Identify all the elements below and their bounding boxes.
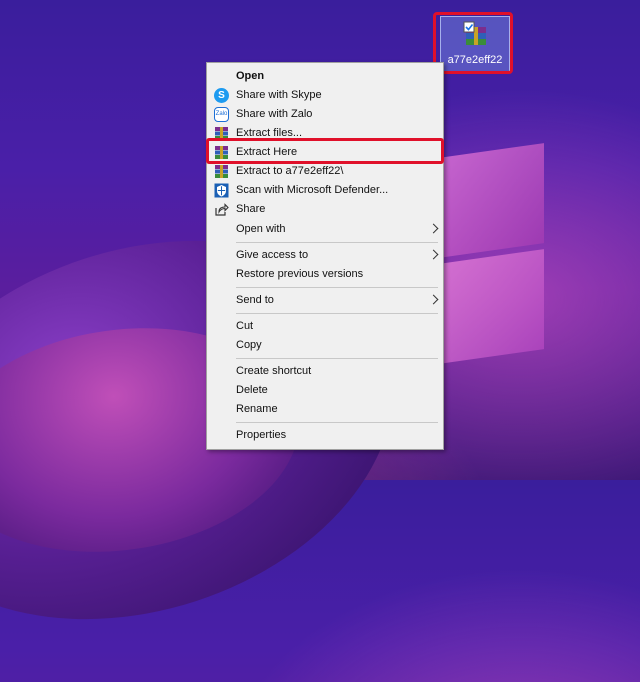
menu-item-share-with-zalo[interactable]: Zalo Share with Zalo <box>207 105 443 124</box>
menu-separator <box>236 242 438 243</box>
menu-separator <box>236 358 438 359</box>
chevron-right-icon <box>428 294 439 305</box>
menu-item-share[interactable]: Share <box>207 200 443 219</box>
highlight-box-desktop-icon <box>433 12 513 74</box>
menu-item-scan-with-defender[interactable]: Scan with Microsoft Defender... <box>207 181 443 200</box>
menu-item-create-shortcut[interactable]: Create shortcut <box>207 362 443 381</box>
menu-item-extract-to[interactable]: Extract to a77e2eff22\ <box>207 162 443 181</box>
menu-item-label: Open <box>236 70 265 82</box>
menu-item-properties[interactable]: Properties <box>207 426 443 445</box>
menu-item-restore-previous-versions[interactable]: Restore previous versions <box>207 265 443 284</box>
menu-item-open-with[interactable]: Open with <box>207 220 443 239</box>
menu-item-label: Rename <box>236 403 278 415</box>
menu-item-label: Share with Zalo <box>236 108 313 120</box>
chevron-right-icon <box>428 249 439 260</box>
menu-separator <box>236 313 438 314</box>
menu-item-label: Extract to a77e2eff22\ <box>236 165 344 177</box>
chevron-right-icon <box>428 223 439 234</box>
zalo-icon: Zalo <box>214 107 229 122</box>
menu-item-label: Create shortcut <box>236 365 312 377</box>
menu-item-label: Properties <box>236 429 287 441</box>
windows-logo-wallpaper <box>440 142 550 367</box>
menu-item-give-access-to[interactable]: Give access to <box>207 246 443 265</box>
menu-item-send-to[interactable]: Send to <box>207 291 443 310</box>
skype-icon: S <box>214 88 229 103</box>
menu-item-copy[interactable]: Copy <box>207 336 443 355</box>
menu-item-open[interactable]: Open <box>207 67 443 86</box>
menu-item-label: Scan with Microsoft Defender... <box>236 184 389 196</box>
menu-item-label: Delete <box>236 384 268 396</box>
menu-item-label: Copy <box>236 339 262 351</box>
menu-separator <box>236 287 438 288</box>
context-menu: Open S Share with Skype Zalo Share with … <box>206 62 444 450</box>
menu-item-label: Restore previous versions <box>236 268 364 280</box>
menu-item-share-with-skype[interactable]: S Share with Skype <box>207 86 443 105</box>
menu-item-delete[interactable]: Delete <box>207 381 443 400</box>
share-icon <box>215 203 229 216</box>
menu-item-label: Share with Skype <box>236 89 322 101</box>
highlight-box-extract-here <box>206 138 444 164</box>
menu-separator <box>236 422 438 423</box>
winrar-icon <box>215 165 228 178</box>
menu-item-cut[interactable]: Cut <box>207 317 443 336</box>
menu-item-label: Send to <box>236 294 274 306</box>
menu-item-label: Cut <box>236 320 254 332</box>
menu-item-label: Share <box>236 203 266 215</box>
defender-icon <box>214 183 229 198</box>
menu-item-label: Give access to <box>236 249 309 261</box>
menu-item-rename[interactable]: Rename <box>207 400 443 419</box>
menu-item-label: Open with <box>236 223 286 235</box>
